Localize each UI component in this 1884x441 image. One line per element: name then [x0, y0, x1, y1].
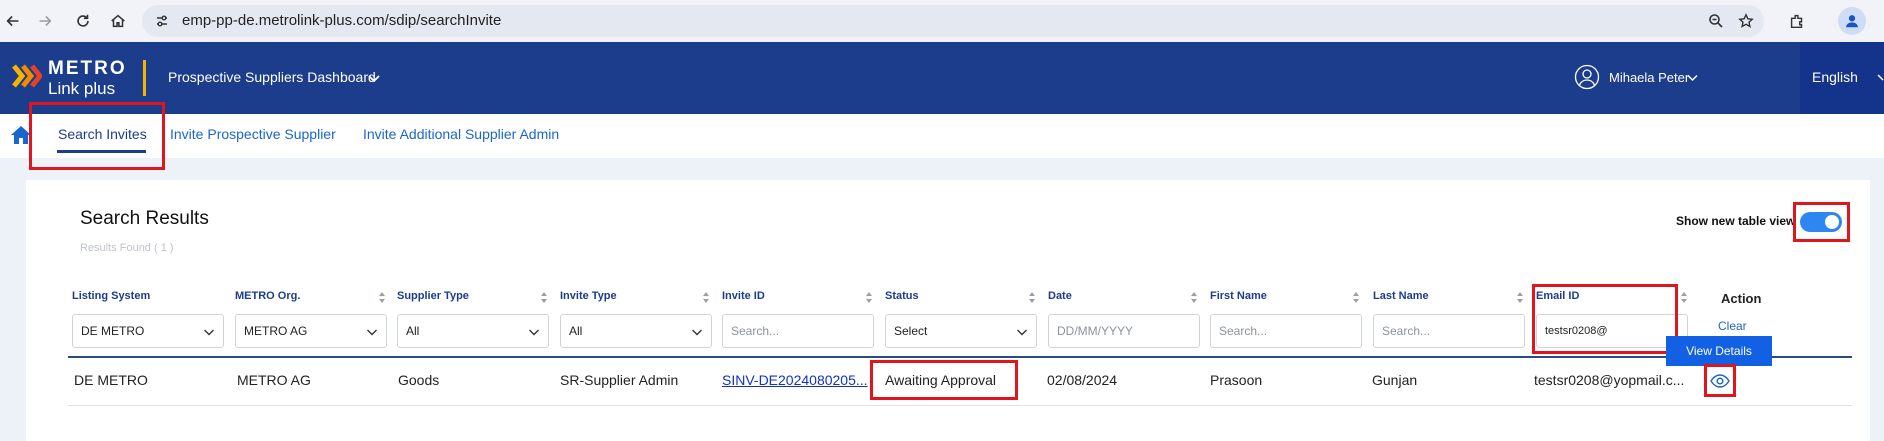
language-label[interactable]: English [1812, 69, 1858, 85]
table-header-divider [68, 356, 1852, 358]
date-input[interactable]: DD/MM/YYYY [1048, 314, 1200, 348]
app-header: METRO Link plus Prospective Suppliers Da… [0, 42, 1884, 114]
invite-type-select[interactable]: All [560, 314, 712, 348]
cell-date: 02/08/2024 [1047, 372, 1118, 388]
tab-invite-additional-supplier-admin[interactable]: Invite Additional Supplier Admin [363, 126, 559, 142]
reload-icon[interactable] [70, 8, 96, 34]
date-placeholder: DD/MM/YYYY [1057, 324, 1134, 338]
status-select[interactable]: Select [885, 314, 1037, 348]
chevron-down-icon [692, 329, 702, 336]
sort-icon[interactable] [865, 291, 873, 304]
first-name-search-input[interactable]: Search... [1210, 314, 1362, 348]
results-title: Search Results [80, 208, 209, 229]
listing-system-select[interactable]: DE METRO [72, 314, 224, 348]
sort-icon[interactable] [1352, 291, 1360, 304]
column-header-invite-type[interactable]: Invite Type [560, 290, 617, 302]
column-header-supplier-type[interactable]: Supplier Type [397, 290, 469, 302]
cell-metro-org: METRO AG [237, 372, 311, 388]
chevron-down-icon [529, 329, 539, 336]
tab-invite-prospective-supplier[interactable]: Invite Prospective Supplier [170, 126, 336, 142]
address-bar[interactable]: emp-pp-de.metrolink-plus.com/sdip/search… [142, 5, 1764, 37]
site-info-icon[interactable] [154, 13, 170, 29]
sort-icon[interactable] [1680, 291, 1688, 304]
brand-subtitle: Link plus [48, 79, 116, 98]
chevron-down-icon[interactable] [1876, 70, 1884, 84]
column-header-last-name[interactable]: Last Name [1373, 290, 1429, 302]
browser-toolbar: emp-pp-de.metrolink-plus.com/sdip/search… [0, 0, 1884, 42]
profile-icon[interactable] [1838, 7, 1866, 35]
view-details-tooltip: View Details [1666, 336, 1772, 366]
invite-id-placeholder: Search... [731, 324, 780, 338]
chevron-down-icon [1017, 329, 1027, 336]
cell-invite-id-link[interactable]: SINV-DE2024080205... [722, 372, 868, 388]
user-name[interactable]: Mihaela Peter [1609, 70, 1689, 85]
supplier-type-value: All [406, 324, 420, 338]
language-selector[interactable]: English [1800, 42, 1884, 114]
clear-filters-link[interactable]: Clear [1718, 319, 1747, 333]
forward-icon[interactable] [32, 8, 58, 34]
bookmark-star-icon[interactable] [1738, 13, 1754, 29]
highlight-box [1532, 284, 1678, 354]
chevron-down-icon [204, 329, 214, 336]
column-header-listing-system[interactable]: Listing System [72, 290, 150, 302]
status-value: Select [894, 324, 928, 338]
cell-email: testsr0208@yopmail.c... [1534, 372, 1685, 388]
column-header-action: Action [1721, 291, 1762, 306]
supplier-type-select[interactable]: All [397, 314, 549, 348]
cell-listing-system: DE METRO [74, 372, 148, 388]
chevron-down-icon[interactable] [366, 70, 382, 86]
column-header-date[interactable]: Date [1048, 290, 1072, 302]
metro-org-value: METRO AG [244, 324, 308, 338]
highlight-box [29, 102, 165, 170]
column-header-status[interactable]: Status [885, 290, 919, 302]
chevron-down-icon [367, 329, 377, 336]
last-name-placeholder: Search... [1382, 324, 1431, 338]
highlight-box [1704, 364, 1736, 397]
cell-last-name: Gunjan [1372, 372, 1418, 388]
cell-supplier-type: Goods [398, 372, 440, 388]
sort-icon[interactable] [702, 291, 710, 304]
sort-icon[interactable] [378, 291, 386, 304]
sort-icon[interactable] [1190, 291, 1198, 304]
brand-name: METRO [48, 58, 127, 79]
column-header-invite-id[interactable]: Invite ID [722, 290, 765, 302]
metro-logo-icon[interactable] [12, 56, 42, 96]
cell-invite-type: SR-Supplier Admin [560, 372, 679, 388]
tabs-bar: Search Invites Invite Prospective Suppli… [0, 114, 1884, 158]
last-name-search-input[interactable]: Search... [1373, 314, 1525, 348]
table-view-toggle-label: Show new table view [1676, 214, 1796, 228]
chevron-down-icon[interactable] [1686, 71, 1699, 84]
extensions-icon[interactable] [1784, 8, 1810, 34]
column-header-metro-org[interactable]: METRO Org. [235, 290, 300, 302]
brand-divider [143, 60, 146, 96]
column-header-first-name[interactable]: First Name [1210, 290, 1267, 302]
metro-org-select[interactable]: METRO AG [235, 314, 387, 348]
app-title[interactable]: Prospective Suppliers Dashboard [168, 69, 376, 85]
results-count: Results Found ( 1 ) [80, 242, 174, 254]
user-avatar-icon[interactable] [1574, 64, 1600, 90]
back-icon[interactable] [0, 8, 26, 34]
zoom-icon[interactable] [1708, 13, 1724, 29]
invite-id-search-input[interactable]: Search... [722, 314, 874, 348]
listing-system-value: DE METRO [81, 324, 145, 338]
sort-icon[interactable] [1028, 291, 1036, 304]
home-icon[interactable] [105, 8, 131, 34]
cell-first-name: Prasoon [1210, 372, 1263, 388]
highlight-box [870, 360, 1018, 400]
first-name-placeholder: Search... [1219, 324, 1268, 338]
row-divider [68, 405, 1852, 406]
url-text[interactable]: emp-pp-de.metrolink-plus.com/sdip/search… [182, 12, 501, 29]
highlight-box [1793, 202, 1850, 242]
sort-icon[interactable] [1516, 291, 1524, 304]
sort-icon[interactable] [540, 291, 548, 304]
invite-type-value: All [569, 324, 583, 338]
